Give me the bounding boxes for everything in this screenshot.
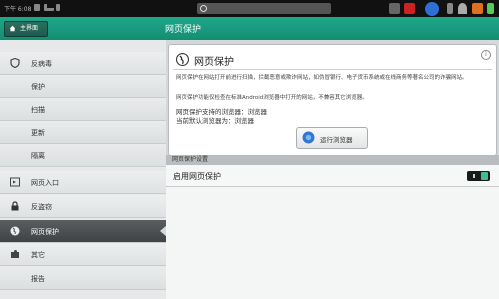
enable-web-protection-toggle[interactable] — [467, 171, 490, 181]
compatibility-note: 网页保护功能仅检查在标准Android浏览器中打开的网站，不兼容其它浏览器。 — [176, 95, 368, 101]
enable-web-protection-label: 启用网页保护 — [173, 172, 221, 181]
sidebar-item-web-portal[interactable]: 网页入口 — [0, 171, 166, 194]
sidebar-item-label: 隔离 — [31, 152, 45, 160]
usb-icon — [56, 4, 60, 11]
toggle-knob — [481, 172, 488, 180]
sidebar-item-label: 保护 — [31, 83, 45, 91]
title-bar: 主界面 网页保护 — [0, 17, 499, 40]
sidebar-item-other[interactable]: 其它 — [0, 243, 166, 266]
globe-icon — [10, 226, 20, 236]
settings-section-header: 网页保护设置 — [166, 155, 499, 165]
info-icon[interactable]: i — [481, 50, 491, 60]
lock-icon — [11, 201, 19, 211]
kaspersky-alert-icon[interactable] — [404, 3, 415, 14]
search-icon — [200, 5, 207, 12]
wifi-icon — [458, 3, 467, 14]
sidebar-item-label: 反病毒 — [31, 60, 52, 68]
sidebar-item-label: 其它 — [31, 251, 45, 259]
web-protection-card: 网页保护 i 网页保护在网站打开前进行扫描，拦截恶意或欺诈网站，如伪冒银行、电子… — [168, 44, 497, 156]
run-browser-button[interactable]: 运行浏览器 — [296, 127, 368, 149]
signal-icon — [44, 4, 54, 11]
sidebar-item-scan[interactable]: 扫描 — [0, 98, 166, 121]
card-title: 网页保护 — [194, 57, 234, 68]
usb-icon — [447, 3, 453, 14]
status-time: 下午 6:08 — [4, 6, 32, 13]
home-button[interactable]: 主界面 — [4, 21, 48, 37]
sidebar-item-update[interactable]: 更新 — [0, 121, 166, 144]
home-button-label: 主界面 — [20, 25, 39, 32]
sidebar-item-label: 网页保护 — [31, 228, 59, 236]
app-icon[interactable] — [472, 3, 483, 14]
sidebar-item-reports[interactable]: 报告 — [0, 267, 166, 290]
sidebar-item-label: 更新 — [31, 129, 45, 137]
sidebar-item-quarantine[interactable]: 隔离 — [0, 144, 166, 167]
sd-card-icon — [34, 4, 40, 11]
search-icon[interactable] — [425, 2, 439, 16]
browser-globe-icon — [302, 131, 315, 144]
sidebar-item-antivirus[interactable]: 反病毒 — [0, 52, 166, 75]
notification-icon-1[interactable] — [389, 3, 400, 14]
run-browser-label: 运行浏览器 — [320, 136, 353, 144]
main-panel: 网页保护 i 网页保护在网站打开前进行扫描，拦截恶意或欺诈网站，如伪冒银行、电子… — [166, 40, 499, 299]
sidebar-item-anti-theft[interactable]: 反盗窃 — [0, 195, 166, 218]
home-icon — [9, 25, 16, 32]
globe-icon — [176, 53, 189, 66]
sidebar-item-label: 网页入口 — [31, 179, 59, 187]
browser-window-icon — [10, 177, 20, 187]
sidebar-item-web-protection[interactable]: 网页保护 — [0, 220, 167, 243]
sidebar-item-label: 报告 — [31, 275, 45, 283]
sidebar-item-protection[interactable]: 保护 — [0, 75, 166, 98]
status-search-bar[interactable] — [197, 3, 331, 14]
empty-content-area — [166, 187, 499, 299]
shield-icon — [10, 58, 20, 68]
enable-web-protection-row[interactable]: 启用网页保护 — [166, 165, 499, 187]
page-title: 网页保护 — [165, 25, 202, 35]
description-text: 网页保护在网站打开前进行扫描，拦截恶意或欺诈网站，如伪冒银行、电子货币系统或在线… — [176, 75, 468, 81]
sidebar-item-label: 反盗窃 — [31, 203, 52, 211]
status-bar: 下午 6:08 — [0, 0, 499, 17]
puzzle-icon — [11, 250, 19, 258]
toggle-indicator — [473, 174, 475, 178]
sidebar-item-label: 扫描 — [31, 106, 45, 114]
card-divider — [173, 69, 492, 70]
battery-icon — [487, 3, 494, 14]
sidebar: 反病毒 保护 扫描 更新 隔离 网页入口 反盗窃 网页保护 其它 报告 — [0, 40, 167, 299]
default-browser-text: 当前默认浏览器为：浏览器 — [176, 117, 254, 125]
